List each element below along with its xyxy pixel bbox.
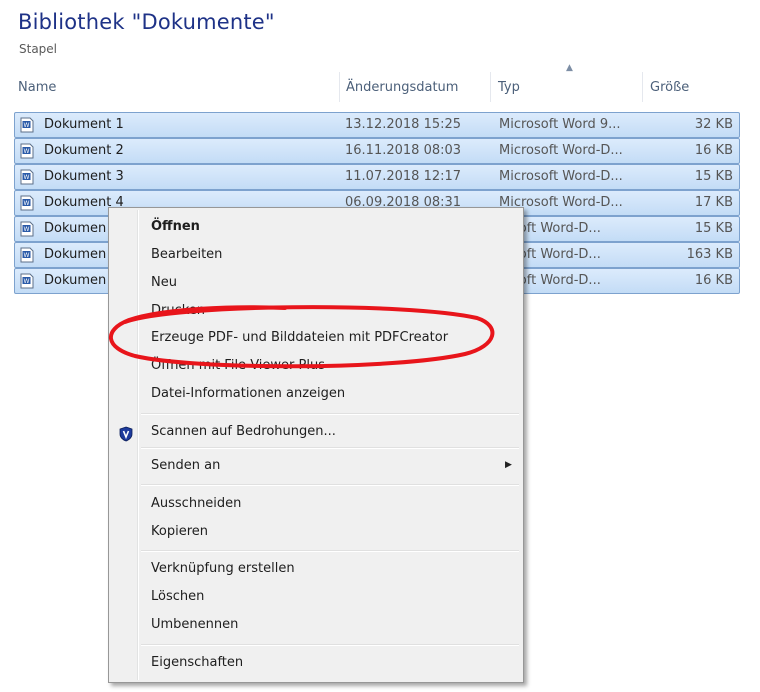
svg-text:W: W	[24, 148, 30, 155]
file-name: Dokument 2	[44, 143, 124, 158]
menu-item-open-with[interactable]: Öffnen mit File Viewer Plus	[151, 358, 325, 373]
menu-item-pdfcreator[interactable]: Erzeuge PDF- und Bilddateien mit PDFCrea…	[151, 330, 448, 345]
file-row[interactable]: W Dokument 2 16.11.2018 08:03 Microsoft …	[14, 138, 740, 164]
menu-separator	[141, 484, 519, 486]
word-document-icon: W	[20, 221, 34, 237]
file-size: 15 KB	[694, 221, 733, 236]
menu-item-delete[interactable]: Löschen	[151, 589, 204, 604]
menu-item-copy[interactable]: Kopieren	[151, 524, 208, 539]
menu-item-scan[interactable]: Scannen auf Bedrohungen...	[151, 424, 336, 439]
file-date: 13.12.2018 15:25	[345, 117, 462, 132]
file-row[interactable]: W Dokument 3 11.07.2018 12:17 Microsoft …	[14, 164, 740, 190]
column-header-size[interactable]: Größe	[650, 80, 689, 95]
menu-separator	[141, 447, 519, 449]
menu-item-create-shortcut[interactable]: Verknüpfung erstellen	[151, 561, 295, 576]
svg-text:W: W	[24, 226, 30, 233]
context-menu: Öffnen Bearbeiten Neu Drucken Erzeuge PD…	[108, 207, 524, 683]
menu-item-properties[interactable]: Eigenschaften	[151, 655, 243, 670]
menu-gutter	[137, 210, 139, 680]
menu-item-open[interactable]: Öffnen	[151, 219, 200, 234]
file-name: Dokumen	[44, 273, 107, 288]
column-divider[interactable]	[339, 72, 340, 102]
file-name: Dokument 3	[44, 169, 124, 184]
file-size: 17 KB	[694, 195, 733, 210]
word-document-icon: W	[20, 273, 34, 289]
svg-text:W: W	[24, 252, 30, 259]
file-size: 163 KB	[686, 247, 733, 262]
file-size: 16 KB	[694, 273, 733, 288]
sort-ascending-icon: ▲	[566, 63, 573, 73]
word-document-icon: W	[20, 247, 34, 263]
word-document-icon: W	[20, 117, 34, 133]
menu-item-send-to[interactable]: Senden an	[151, 458, 220, 473]
file-row[interactable]: W Dokument 1 13.12.2018 15:25 Microsoft …	[14, 112, 740, 138]
library-subtitle: Stapel	[19, 42, 58, 56]
menu-separator	[141, 413, 519, 415]
word-document-icon: W	[20, 169, 34, 185]
menu-item-file-info[interactable]: Datei-Informationen anzeigen	[151, 386, 345, 401]
file-date: 11.07.2018 12:17	[345, 169, 462, 184]
column-header-type[interactable]: Typ	[498, 80, 520, 95]
menu-item-print[interactable]: Drucken	[151, 303, 205, 318]
file-name: Dokumen	[44, 247, 107, 262]
file-name: Dokumen	[44, 221, 107, 236]
library-title: Bibliothek "Dokumente"	[18, 10, 275, 34]
menu-item-cut[interactable]: Ausschneiden	[151, 496, 241, 511]
menu-item-edit[interactable]: Bearbeiten	[151, 247, 222, 262]
column-header-name[interactable]: Name	[18, 80, 56, 95]
column-divider[interactable]	[490, 72, 491, 102]
svg-text:W: W	[24, 200, 30, 207]
file-date: 16.11.2018 08:03	[345, 143, 462, 158]
column-divider[interactable]	[642, 72, 643, 102]
svg-text:W: W	[24, 174, 30, 181]
file-type: Microsoft Word 9...	[499, 117, 621, 132]
svg-text:W: W	[24, 278, 30, 285]
column-header-date[interactable]: Änderungsdatum	[346, 80, 458, 95]
file-type: Microsoft Word-D...	[499, 143, 623, 158]
file-size: 15 KB	[694, 169, 733, 184]
menu-separator	[141, 550, 519, 552]
word-document-icon: W	[20, 143, 34, 159]
column-header-bar: Name Änderungsdatum Typ ▲ Größe	[0, 63, 760, 102]
menu-separator	[141, 644, 519, 646]
file-size: 32 KB	[694, 117, 733, 132]
svg-text:W: W	[24, 122, 30, 129]
menu-item-rename[interactable]: Umbenennen	[151, 617, 238, 632]
triangle-right-icon: ▶	[505, 460, 512, 470]
file-type: Microsoft Word-D...	[499, 169, 623, 184]
file-name: Dokument 1	[44, 117, 124, 132]
menu-item-new[interactable]: Neu	[151, 275, 177, 290]
file-size: 16 KB	[694, 143, 733, 158]
word-document-icon: W	[20, 195, 34, 211]
shield-icon	[119, 426, 133, 442]
